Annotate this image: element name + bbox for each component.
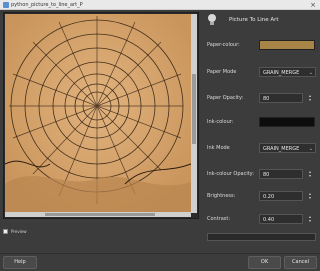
progress-bar	[207, 233, 316, 241]
contrast-input[interactable]: 0.40	[259, 214, 303, 224]
preview-checkbox[interactable]	[3, 229, 8, 234]
plugin-title: Picture To Line Art	[229, 17, 279, 23]
chevron-down-icon: ⌄	[308, 146, 313, 152]
brightness-label: Brightness:	[207, 193, 236, 199]
contrast-row: Contrast: 0.40 ▴ ▾	[207, 214, 317, 224]
paper-opacity-stepper[interactable]: ▴ ▾	[305, 93, 315, 103]
vertical-scrollbar[interactable]	[191, 14, 197, 213]
brightness-input[interactable]: 0.20	[259, 191, 303, 201]
ink-colour-row: Ink-colour:	[207, 117, 317, 127]
ink-opacity-stepper[interactable]: ▴ ▾	[305, 169, 315, 179]
app-icon	[3, 2, 9, 8]
ink-mode-value: GRAIN_MERGE	[263, 146, 300, 152]
paper-colour-row: Paper-colour:	[207, 40, 317, 50]
dialog-footer: Help OK Cancel	[0, 253, 320, 271]
preview-label: Preview	[11, 229, 27, 234]
contrast-value: 0.40	[263, 217, 275, 223]
cancel-button[interactable]: Cancel	[284, 256, 317, 269]
chevron-down-icon: ⌄	[308, 70, 313, 76]
dahlia-line-art-image	[5, 14, 191, 213]
paper-mode-row: Paper Mode GRAIN_MERGE ⌄	[207, 67, 317, 77]
brightness-value: 0.20	[263, 194, 275, 200]
ink-opacity-input[interactable]: 80	[259, 169, 303, 179]
brightness-stepper[interactable]: ▴ ▾	[305, 191, 315, 201]
paper-mode-value: GRAIN_MERGE	[263, 70, 300, 76]
paper-opacity-value: 80	[263, 96, 270, 102]
paper-opacity-label: Paper Opacity:	[207, 95, 244, 101]
contrast-label: Contrast:	[207, 216, 231, 222]
ink-opacity-label: Ink-colour Opacity:	[207, 171, 254, 177]
ok-button[interactable]: OK	[248, 256, 281, 269]
ink-mode-label: Ink Mode	[207, 145, 230, 151]
ink-opacity-row: Ink-colour Opacity: 80 ▴ ▾	[207, 169, 317, 179]
plugin-header: Picture To Line Art	[207, 13, 317, 29]
window-title: python_picture_to_line_art_P	[11, 2, 83, 8]
lightbulb-icon	[208, 14, 216, 25]
brightness-row: Brightness: 0.20 ▴ ▾	[207, 191, 317, 201]
ink-mode-select[interactable]: GRAIN_MERGE ⌄	[259, 143, 316, 153]
paper-colour-label: Paper-colour:	[207, 42, 240, 48]
ink-mode-row: Ink Mode GRAIN_MERGE ⌄	[207, 143, 317, 153]
close-icon[interactable]: ×	[309, 0, 317, 10]
ink-opacity-value: 80	[263, 172, 270, 178]
image-preview[interactable]	[3, 12, 199, 219]
preview-toggle[interactable]: Preview	[3, 229, 27, 234]
paper-opacity-input[interactable]: 80	[259, 93, 303, 103]
paper-opacity-row: Paper Opacity: 80 ▴ ▾	[207, 93, 317, 103]
ink-colour-label: Ink-colour:	[207, 119, 234, 125]
paper-mode-label: Paper Mode	[207, 69, 237, 75]
ink-colour-swatch[interactable]	[259, 117, 315, 127]
help-button[interactable]: Help	[3, 256, 37, 269]
horizontal-scrollbar[interactable]	[5, 212, 191, 217]
window-titlebar: python_picture_to_line_art_P ×	[0, 0, 320, 10]
paper-colour-swatch[interactable]	[259, 40, 315, 50]
contrast-stepper[interactable]: ▴ ▾	[305, 214, 315, 224]
paper-mode-select[interactable]: GRAIN_MERGE ⌄	[259, 67, 316, 77]
